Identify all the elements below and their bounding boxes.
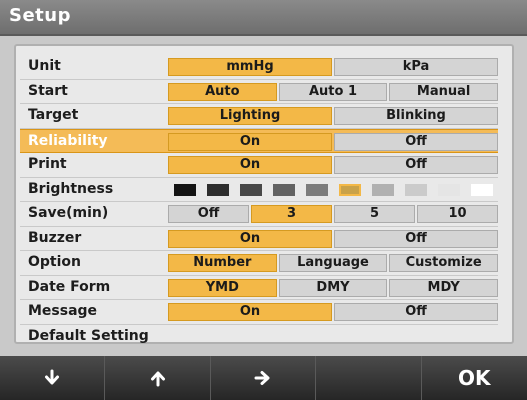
setting-label: Default Setting [28,327,149,344]
setting-row-option[interactable]: Option Number Language Customize [20,251,498,276]
brightness-level-6[interactable] [338,183,361,196]
arrow-up-button[interactable] [105,356,211,400]
softkey-bar: OK [0,356,527,400]
option-save-min-5[interactable]: 5 [334,205,415,223]
option-date-form-dmy[interactable]: DMY [278,278,388,297]
setting-row-start[interactable]: Start Auto Auto 1 Manual [20,80,498,104]
setting-row-unit[interactable]: Unit mmHg kPa [20,55,498,80]
setting-row-brightness[interactable]: Brightness [20,178,498,202]
option-buzzer-on[interactable]: On [168,229,332,248]
arrow-right-button[interactable] [211,356,317,400]
brightness-level-4[interactable] [272,183,295,196]
option-message-off[interactable]: Off [334,303,498,321]
setting-label: Save(min) [28,205,109,221]
option-option-language[interactable]: Language [278,254,388,272]
option-unit-mmhg[interactable]: mmHg [168,58,332,76]
brightness-level-10[interactable] [470,183,493,196]
setting-label: Message [28,303,98,319]
option-start-manual[interactable]: Manual [389,82,498,101]
setting-label: Date Form [28,278,111,295]
option-save-min-10[interactable]: 10 [417,205,498,223]
option-reliability-off[interactable]: Off [334,132,498,151]
brightness-level-3[interactable] [239,183,262,196]
setting-row-buzzer[interactable]: Buzzer On Off [20,227,498,251]
option-unit-kpa[interactable]: kPa [334,58,498,76]
settings-list: Unit mmHg kPa Start Auto Auto 1 Manual Target Li… [20,55,498,349]
option-date-form-mdy[interactable]: MDY [389,278,498,297]
setting-row-date-form[interactable]: Date Form YMD DMY MDY [20,276,498,300]
brightness-level-7[interactable] [371,183,394,196]
setting-row-print[interactable]: Print On Off [20,153,498,178]
arrow-down-button[interactable] [0,356,106,400]
option-buzzer-off[interactable]: Off [334,229,498,248]
arrow-right-icon [254,371,272,391]
setting-label: Option [28,254,81,270]
setup-screen: Setup Unit mmHg kPa Start Auto Auto 1 Manual Ta… [0,0,527,400]
setting-label: Buzzer [28,229,82,246]
arrow-down-icon [43,369,61,391]
option-print-on[interactable]: On [168,156,332,174]
setting-row-default-setting[interactable]: Default Setting [20,325,498,349]
setting-label: Brightness [28,180,114,197]
option-print-off[interactable]: Off [334,156,498,174]
brightness-level-1[interactable] [173,183,196,196]
setting-row-message[interactable]: Message On Off [20,300,498,325]
option-reliability-on[interactable]: On [168,132,332,151]
setting-row-reliability[interactable]: Reliability On Off [20,128,498,153]
blank-softkey[interactable] [316,356,422,400]
setting-label: Print [28,156,67,172]
setting-label: Reliability [28,132,108,149]
setting-row-save-min[interactable]: Save(min) Off 3 5 10 [20,202,498,227]
brightness-level-5[interactable] [305,183,328,196]
setting-row-target[interactable]: Target Lighting Blinking [20,104,498,129]
option-start-auto[interactable]: Auto [168,82,277,101]
screen-title: Setup [9,5,71,26]
setting-label: Target [28,107,79,123]
option-save-min-off[interactable]: Off [168,205,249,223]
option-date-form-ymd[interactable]: YMD [168,278,277,297]
brightness-level-9[interactable] [437,183,460,196]
title-bar: Setup [0,0,527,36]
option-save-min-3[interactable]: 3 [251,205,332,223]
ok-button[interactable]: OK [422,356,527,400]
arrow-up-icon [149,371,167,391]
option-target-lighting[interactable]: Lighting [168,107,332,125]
option-start-auto-1[interactable]: Auto 1 [278,82,388,101]
option-option-customize[interactable]: Customize [389,254,498,272]
option-message-on[interactable]: On [168,303,332,321]
setting-label: Start [28,82,68,99]
option-target-blinking[interactable]: Blinking [334,107,498,125]
brightness-level-2[interactable] [206,183,229,196]
option-option-number[interactable]: Number [168,254,277,272]
brightness-level-8[interactable] [404,183,427,196]
setting-label: Unit [28,58,61,74]
